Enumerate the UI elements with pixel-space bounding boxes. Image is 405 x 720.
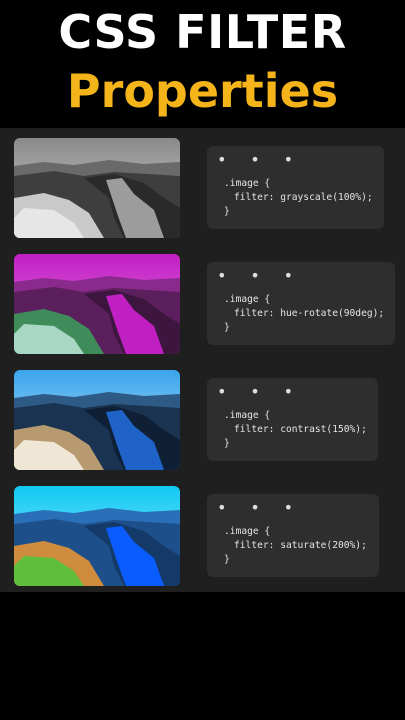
code-close: } bbox=[224, 438, 230, 449]
saturate-code-block: • • • .image { filter: saturate(200%); } bbox=[207, 494, 379, 577]
header: CSS FILTER Properties bbox=[0, 0, 405, 128]
window-dots: • • • bbox=[217, 150, 301, 169]
code-close: } bbox=[224, 322, 230, 333]
hue-rotate-code-block: • • • .image { filter: hue-rotate(90deg)… bbox=[207, 262, 395, 345]
code-selector: .image { bbox=[224, 410, 271, 421]
contrast-code-block: • • • .image { filter: contrast(150%); } bbox=[207, 378, 378, 461]
code-declaration: filter: grayscale(100%); bbox=[234, 192, 373, 203]
code-close: } bbox=[224, 554, 230, 565]
grayscale-code-block: • • • .image { filter: grayscale(100%); … bbox=[207, 146, 384, 229]
code-declaration: filter: hue-rotate(90deg); bbox=[234, 308, 385, 319]
window-dots: • • • bbox=[217, 498, 301, 517]
code-declaration: filter: contrast(150%); bbox=[234, 424, 367, 435]
examples-panel: • • • .image { filter: grayscale(100%); … bbox=[0, 128, 405, 592]
title-line-1: CSS FILTER bbox=[58, 5, 347, 59]
grayscale-example-image bbox=[14, 138, 180, 238]
code-selector: .image { bbox=[224, 294, 271, 305]
hue-rotate-example-image bbox=[14, 254, 180, 354]
code-declaration: filter: saturate(200%); bbox=[234, 540, 367, 551]
code-selector: .image { bbox=[224, 526, 271, 537]
contrast-example-image bbox=[14, 370, 180, 470]
code-selector: .image { bbox=[224, 178, 271, 189]
title-line-2: Properties bbox=[66, 64, 339, 118]
window-dots: • • • bbox=[217, 266, 301, 285]
code-close: } bbox=[224, 206, 230, 217]
window-dots: • • • bbox=[217, 382, 301, 401]
saturate-example-image bbox=[14, 486, 180, 586]
